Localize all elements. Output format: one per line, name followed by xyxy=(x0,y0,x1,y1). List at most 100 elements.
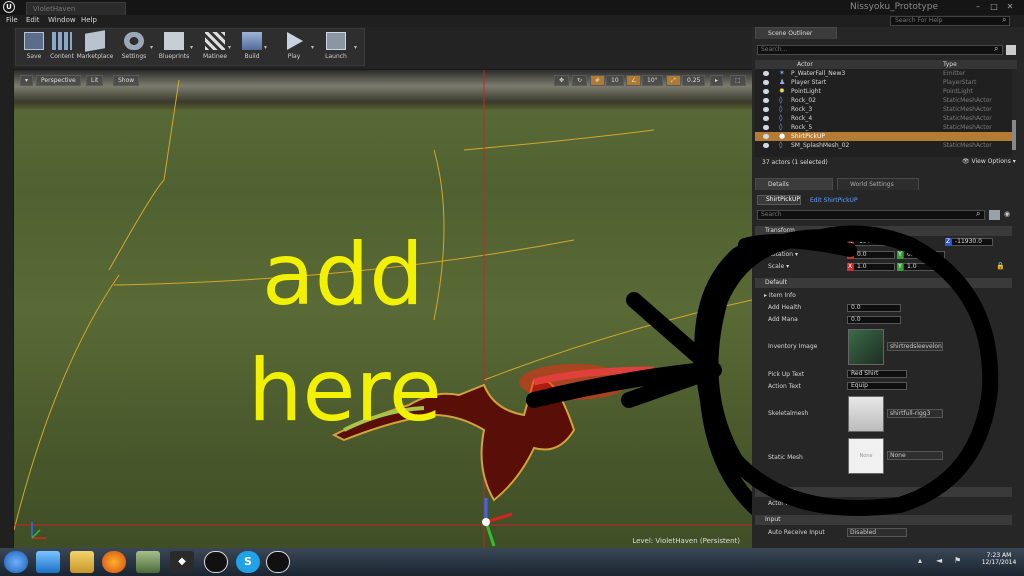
play-button[interactable]: Play xyxy=(275,30,313,64)
settings-button[interactable]: Settings xyxy=(115,30,153,64)
grid-snap-toggle[interactable]: # xyxy=(590,75,606,86)
static-mesh-thumbnail[interactable]: None xyxy=(848,438,884,474)
skeletal-mesh-thumbnail[interactable] xyxy=(848,396,884,432)
outliner-search-input[interactable]: Search... xyxy=(757,45,1003,55)
outliner-options-icon[interactable] xyxy=(1006,45,1016,55)
col-type[interactable]: Type xyxy=(943,60,957,69)
eye-icon[interactable] xyxy=(763,71,769,76)
start-button[interactable] xyxy=(4,551,28,573)
grid-snap-value[interactable]: 10 xyxy=(606,75,624,86)
search-icon[interactable]: ⌕ xyxy=(1002,15,1012,26)
eye-icon[interactable] xyxy=(763,143,769,148)
firefox-icon[interactable] xyxy=(102,551,126,573)
minimize-icon[interactable]: – xyxy=(972,2,984,12)
inventory-image-dropdown[interactable]: shirtredsleevelon xyxy=(887,342,943,351)
search-icon[interactable]: ⌕ xyxy=(994,44,998,54)
image-viewer-icon[interactable] xyxy=(136,551,160,573)
rendering-section-header[interactable]: Rendering xyxy=(755,487,1012,497)
list-item[interactable]: ◊ Rock_3 StaticMeshActor xyxy=(755,105,1012,114)
scale-snap-value[interactable]: 0.25 xyxy=(682,75,706,86)
skeletal-mesh-dropdown[interactable]: shirtfull-rigg3 xyxy=(887,409,943,418)
search-icon[interactable]: ⌕ xyxy=(976,209,980,219)
menu-file[interactable]: File xyxy=(6,16,18,24)
list-item[interactable]: ◊ Rock_02 StaticMeshActor xyxy=(755,96,1012,105)
tray-network-icon[interactable]: ▴ xyxy=(918,556,922,565)
list-item[interactable]: ✹ PointLight PointLight xyxy=(755,87,1012,96)
col-actor[interactable]: Actor xyxy=(797,60,813,69)
skype-icon[interactable]: S xyxy=(236,551,260,573)
lit-button[interactable]: Lit xyxy=(86,75,104,86)
tray-volume-icon[interactable]: ◄ xyxy=(936,556,942,565)
input-section-header[interactable]: Input xyxy=(755,515,1012,525)
pickup-text-field[interactable]: Red Shirt xyxy=(847,370,907,378)
viewport-menu-button[interactable]: ▾ xyxy=(20,75,34,86)
blueprints-button[interactable]: Blueprints xyxy=(155,30,193,64)
tab-details[interactable]: Details xyxy=(755,178,833,190)
item-info-label[interactable]: ▸ Item Info xyxy=(764,292,796,299)
list-item[interactable]: ♟ Player Start PlayerStart xyxy=(755,78,1012,87)
file-explorer-icon[interactable] xyxy=(70,551,94,573)
maximize-viewport-button[interactable]: ⬚ xyxy=(730,75,746,86)
system-clock[interactable]: 7:23 AM 12/17/2014 xyxy=(975,552,1023,566)
launch-button[interactable]: Launch xyxy=(317,30,355,64)
inventory-image-thumbnail[interactable] xyxy=(848,329,884,365)
auto-receive-input-dropdown[interactable]: Disabled xyxy=(847,528,907,537)
details-search-input[interactable]: Search xyxy=(757,210,985,220)
edit-blueprint-link[interactable]: Edit ShirtPickUP xyxy=(810,197,858,204)
help-search-input[interactable]: Search For Help xyxy=(890,16,1010,26)
scale-snap-toggle[interactable]: ⤢ xyxy=(666,75,681,86)
gizmo-x-axis[interactable] xyxy=(485,512,513,524)
blueprints-dropdown-icon[interactable]: ▾ xyxy=(190,44,193,51)
location-z-field[interactable]: -11930.0 xyxy=(951,238,993,246)
level-viewport[interactable]: ▾ Perspective Lit Show ✥ ↻ # 10 ∠ 10° ⤢ … xyxy=(14,70,752,548)
transform-section-header[interactable]: Transform xyxy=(755,226,1012,236)
tab-scene-outliner[interactable]: Scene Outliner xyxy=(755,27,837,39)
maximize-icon[interactable]: □ xyxy=(988,2,1000,12)
rotation-x-field[interactable]: 0.0 xyxy=(853,251,895,259)
list-item[interactable]: ◊ Rock_4 StaticMeshActor xyxy=(755,114,1012,123)
unreal-logo-icon[interactable]: U xyxy=(3,1,15,13)
settings-dropdown-icon[interactable]: ▾ xyxy=(150,44,153,51)
show-button[interactable]: Show xyxy=(113,75,140,86)
list-item[interactable]: ✶ P_WaterFall_New3 Emitter xyxy=(755,69,1012,78)
translate-tool-button[interactable]: ✥ xyxy=(554,75,570,86)
add-health-field[interactable]: 0.0 xyxy=(847,304,901,312)
outliner-scrollbar[interactable] xyxy=(1012,120,1016,150)
unreal-taskbar-icon[interactable] xyxy=(204,551,228,573)
eye-icon[interactable] xyxy=(763,107,769,112)
list-item[interactable]: ◊ Rock_5 StaticMeshActor xyxy=(755,123,1012,132)
eye-icon[interactable] xyxy=(763,134,769,139)
view-options-button[interactable]: 👁 View Options ▾ xyxy=(962,158,1016,165)
rotate-tool-button[interactable]: ↻ xyxy=(572,75,588,86)
property-matrix-icon[interactable] xyxy=(989,210,1000,220)
rotation-y-field[interactable]: 0.0 xyxy=(903,251,945,259)
menu-window[interactable]: Window xyxy=(48,16,76,24)
gizmo-center[interactable] xyxy=(482,518,490,526)
rotation-label[interactable]: Rotation ▾ xyxy=(768,251,798,258)
build-dropdown-icon[interactable]: ▾ xyxy=(264,44,267,51)
default-section-header[interactable]: Default xyxy=(755,278,1012,288)
scale-label[interactable]: Scale ▾ xyxy=(768,263,789,270)
eye-icon[interactable] xyxy=(763,98,769,103)
perspective-button[interactable]: Perspective xyxy=(36,75,81,86)
play-dropdown-icon[interactable]: ▾ xyxy=(311,44,314,51)
eye-icon[interactable] xyxy=(763,89,769,94)
eye-icon[interactable]: ◉ xyxy=(1004,210,1010,218)
static-mesh-dropdown[interactable]: None xyxy=(887,451,943,460)
marketplace-button[interactable]: Marketplace xyxy=(76,30,114,64)
unreal-editor-taskbar-icon[interactable] xyxy=(266,551,290,573)
matinee-dropdown-icon[interactable]: ▾ xyxy=(228,44,231,51)
list-item[interactable]: ◊ SM_SplashMesh_02 StaticMeshActor xyxy=(755,141,1012,150)
scale-x-field[interactable]: 1.0 xyxy=(853,263,895,271)
location-x-field[interactable]: -13620.0 xyxy=(853,238,895,246)
menu-edit[interactable]: Edit xyxy=(26,16,40,24)
rotation-snap-toggle[interactable]: ∠ xyxy=(626,75,642,86)
launch-dropdown-icon[interactable]: ▾ xyxy=(354,44,357,51)
list-item-selected[interactable]: ● ShirtPickUP xyxy=(755,132,1012,141)
add-mana-field[interactable]: 0.0 xyxy=(847,316,901,324)
eye-icon[interactable] xyxy=(763,80,769,85)
tray-flag-icon[interactable]: ⚑ xyxy=(954,556,961,565)
unity-icon[interactable]: ◆ xyxy=(170,551,194,573)
level-tab[interactable]: VioletHaven xyxy=(26,2,126,15)
tab-world-settings[interactable]: World Settings xyxy=(837,178,919,190)
